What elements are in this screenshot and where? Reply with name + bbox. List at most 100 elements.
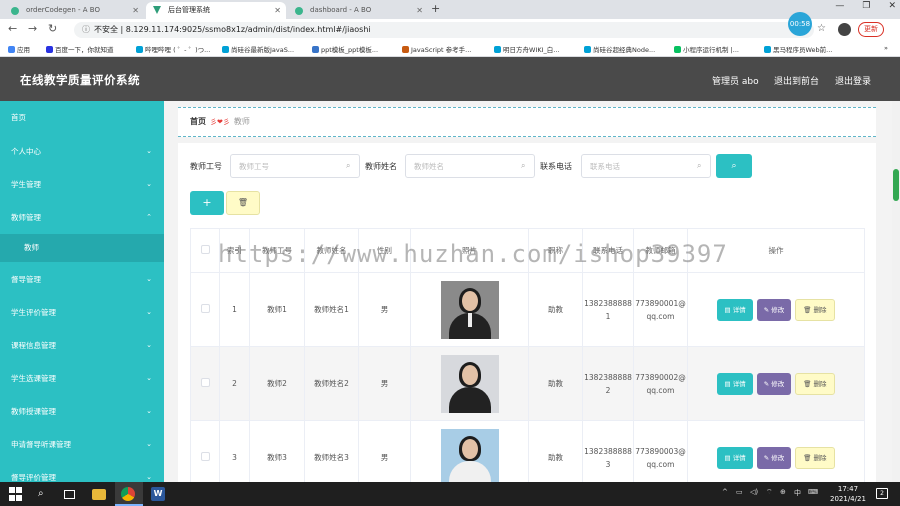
phone-cell: 13823888881 xyxy=(582,272,634,347)
keyboard-icon[interactable]: ⌨ xyxy=(808,488,818,496)
row-checkbox[interactable] xyxy=(200,304,210,313)
edit-button[interactable]: ✎ 修改 xyxy=(756,298,792,321)
sidebar-item-student-evaluations[interactable]: 学生评价管理 ⌄ xyxy=(0,296,164,329)
new-tab-icon[interactable]: + xyxy=(431,2,440,15)
page-scrollbar[interactable] xyxy=(892,101,900,482)
network-icon[interactable]: ▭ xyxy=(736,488,743,496)
restore-icon[interactable]: ❐ xyxy=(862,1,870,11)
teacher-id-cell: 教师3 xyxy=(249,420,305,482)
chevron-down-icon: ⌄ xyxy=(146,275,152,283)
baidu-icon xyxy=(46,46,53,53)
browser-tab-3[interactable]: dashboard - A BO ✕ xyxy=(288,2,428,19)
bookmark-item[interactable]: 哔哩哔哩 ( ゜- ゜)つ... xyxy=(136,44,210,54)
teacher-name-cell: 教师姓名1 xyxy=(304,272,359,347)
teacher-photo[interactable] xyxy=(440,280,499,339)
profile-avatar[interactable] xyxy=(838,23,851,36)
word-icon[interactable]: W xyxy=(151,487,165,501)
sidebar-item-supervision-requests[interactable]: 申请督导听课管理 ⌄ xyxy=(0,428,164,461)
bookmark-item[interactable]: 小程序运行机制 |... xyxy=(674,44,739,54)
bookmark-item[interactable]: 应用 xyxy=(8,44,30,54)
reload-icon[interactable]: ↻ xyxy=(48,22,57,35)
detail-button[interactable]: ▤ 详情 xyxy=(717,446,753,469)
sidebar-item-course-selection[interactable]: 学生选课管理 ⌄ xyxy=(0,362,164,395)
index-cell: 2 xyxy=(219,346,250,421)
windows-start-icon[interactable] xyxy=(9,487,23,501)
browser-tab-2[interactable]: 后台管理系统 ✕ xyxy=(146,2,286,19)
update-button[interactable]: 更新 xyxy=(858,22,884,37)
chrome-icon[interactable] xyxy=(121,487,135,501)
volume-icon[interactable]: ◁) xyxy=(750,488,758,496)
actions-cell: ▤ 详情 ✎ 修改 🗑 删除 xyxy=(687,346,865,421)
delete-button[interactable]: 🗑 删除 xyxy=(795,298,835,321)
sidebar-item-teaching[interactable]: 教师授课管理 ⌄ xyxy=(0,395,164,428)
phone-input[interactable] xyxy=(581,154,711,178)
taskbar-clock[interactable]: 17:47 2021/4/21 xyxy=(830,484,866,504)
sidebar-item-profile[interactable]: 个人中心 ⌄ xyxy=(0,135,164,168)
bookmark-item[interactable]: 黑马程序员Web前... xyxy=(764,44,832,54)
bookmark-item[interactable]: 百度一下，你就知道 xyxy=(46,44,114,54)
notification-center-icon[interactable]: 2 xyxy=(876,488,888,499)
delete-button[interactable]: 🗑 删除 xyxy=(795,446,835,469)
windows-taskbar: ⌕ W ^ ▭ ◁) ⌔ ⊕ 中 ⌨ 17:47 2021/4/21 2 xyxy=(0,482,900,506)
address-bar[interactable]: ⓘ 不安全 | 8.129.11.174:9025/ssmo8x1z/admin/… xyxy=(74,22,814,38)
detail-button[interactable]: ▤ 详情 xyxy=(717,372,753,395)
search-icon[interactable]: ⌕ xyxy=(38,487,52,501)
bookmarks-bar: 应用 百度一下，你就知道 哔哩哔哩 ( ゜- ゜)つ... 尚硅谷最新版Java… xyxy=(0,41,900,57)
ime-icon[interactable]: ⊕ xyxy=(780,488,786,496)
tray-chevron-icon[interactable]: ^ xyxy=(722,488,728,496)
add-button[interactable]: + xyxy=(190,191,224,215)
close-window-icon[interactable]: ✕ xyxy=(888,1,896,11)
bookmark-item[interactable]: 尚硅谷超经典Node... xyxy=(584,44,655,54)
logout-link[interactable]: 退出登录 xyxy=(835,74,871,87)
back-arrow-icon[interactable]: ← xyxy=(8,22,17,35)
search-button[interactable]: ⌕ xyxy=(716,154,752,178)
teacher-photo[interactable] xyxy=(440,428,499,482)
edit-button[interactable]: ✎ 修改 xyxy=(756,372,792,395)
search-icon: ⌕ xyxy=(346,161,351,170)
forward-arrow-icon[interactable]: → xyxy=(28,22,37,35)
teacher-name-input[interactable] xyxy=(405,154,535,178)
bookmark-item[interactable]: JavaScript 参考手... xyxy=(402,44,471,54)
task-view-icon[interactable] xyxy=(64,490,75,499)
trash-icon: 🗑 xyxy=(803,379,814,388)
close-tab-icon[interactable]: ✕ xyxy=(132,2,139,19)
breadcrumb-home[interactable]: 首页 xyxy=(190,117,206,126)
sidebar-item-home[interactable]: 首页 xyxy=(0,101,164,134)
batch-delete-button[interactable]: 🗑 xyxy=(226,191,260,215)
window-controls: — ❐ ✕ xyxy=(835,1,896,11)
row-checkbox[interactable] xyxy=(200,378,210,387)
select-all-cell[interactable] xyxy=(190,228,220,273)
row-checkbox[interactable] xyxy=(200,452,210,461)
close-tab-icon[interactable]: ✕ xyxy=(274,2,281,19)
bookmark-item[interactable]: 明日方舟WIKI_白... xyxy=(494,44,559,54)
sidebar-item-supervisor-evaluations[interactable]: 督导评价管理 ⌄ xyxy=(0,461,164,482)
sidebar-item-teachers[interactable]: 教师管理 ⌃ xyxy=(0,201,164,234)
sidebar-subitem-teacher[interactable]: 教师 xyxy=(0,234,164,262)
photo-cell xyxy=(410,346,529,421)
sidebar-item-students[interactable]: 学生管理 ⌄ xyxy=(0,168,164,201)
minimize-icon[interactable]: — xyxy=(835,1,844,11)
file-explorer-icon[interactable] xyxy=(92,489,106,500)
scrollbar-thumb[interactable] xyxy=(893,169,899,201)
chevron-down-icon: ⌄ xyxy=(146,473,152,481)
edit-button[interactable]: ✎ 修改 xyxy=(756,446,792,469)
sidebar-item-courses[interactable]: 课程信息管理 ⌄ xyxy=(0,329,164,362)
info-icon[interactable]: ⓘ xyxy=(82,25,90,34)
sidebar-item-supervisors[interactable]: 督导管理 ⌄ xyxy=(0,263,164,296)
more-bookmarks-icon[interactable]: » xyxy=(884,44,888,52)
teacher-photo[interactable] xyxy=(440,354,499,413)
select-all-checkbox[interactable] xyxy=(200,245,210,254)
close-tab-icon[interactable]: ✕ xyxy=(416,2,423,19)
wifi-icon[interactable]: ⌔ xyxy=(766,488,773,497)
teacher-id-input[interactable] xyxy=(230,154,360,178)
back-to-front-link[interactable]: 退出到前台 xyxy=(774,74,819,87)
bookmark-item[interactable]: 尚硅谷最新版JavaS... xyxy=(222,44,294,54)
bookmark-item[interactable]: ppt模板_ppt模板... xyxy=(312,44,378,54)
delete-button[interactable]: 🗑 删除 xyxy=(795,372,835,395)
teacher-id-label: 教师工号 xyxy=(190,162,222,171)
apps-icon xyxy=(8,46,15,53)
ime-language-indicator[interactable]: 中 xyxy=(794,488,801,498)
bookmark-star-icon[interactable]: ☆ xyxy=(817,23,826,34)
browser-tab-1[interactable]: orderCodegen - A BO ✕ xyxy=(4,2,144,19)
detail-button[interactable]: ▤ 详情 xyxy=(717,298,753,321)
